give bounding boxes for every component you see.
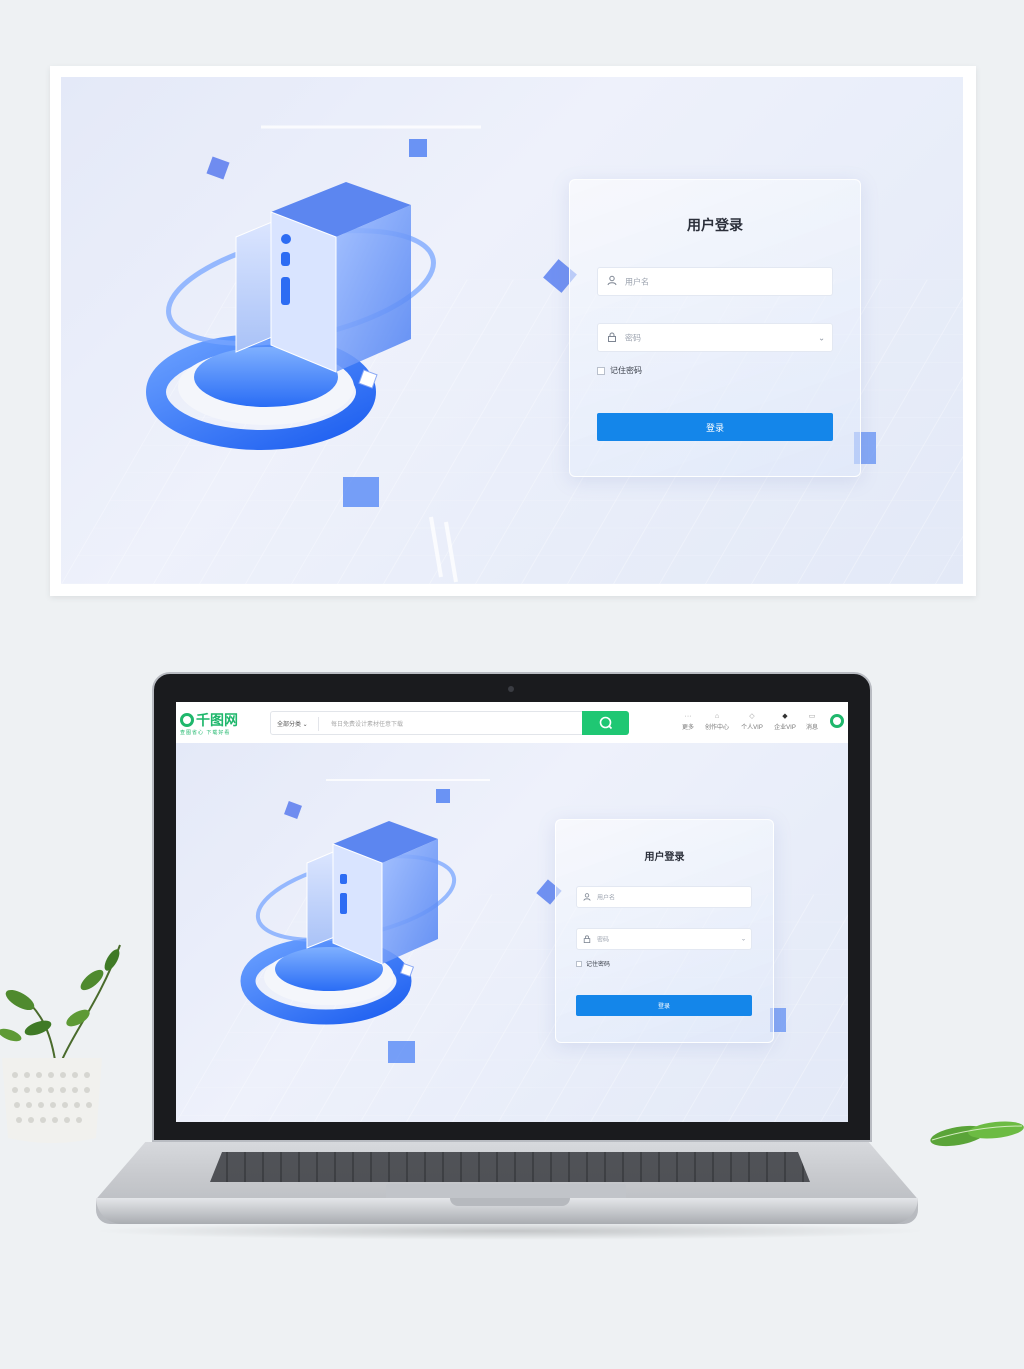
screen-password-placeholder: 密码 [597, 937, 610, 944]
screen-password-field[interactable]: 密码 ⌄ [576, 928, 752, 950]
screen-remember-password[interactable]: 记住密码 [576, 959, 610, 968]
diamond-icon: ◇ [749, 713, 755, 720]
user-icon [607, 275, 617, 288]
banner-scene: 用户登录 用户名 密码 ⌄ 记住密码 登录 [61, 77, 963, 584]
camera [508, 686, 514, 692]
remember-password[interactable]: 记住密码 [597, 365, 642, 376]
plant-decoration [0, 944, 121, 1143]
search-input[interactable]: 每日免费设计素材任意下载 [331, 719, 403, 728]
search-bar: 全部分类 ⌄ 每日免费设计素材任意下载 [270, 711, 629, 735]
laptop-notch [450, 1198, 570, 1206]
nav-enterprise-vip[interactable]: ◆ 企业VIP [770, 713, 800, 731]
login-title: 用户登录 [687, 217, 743, 233]
nav-personal-vip[interactable]: ◇ 个人VIP [737, 713, 767, 731]
diamond-filled-icon: ◆ [782, 713, 788, 720]
user-avatar[interactable] [830, 714, 844, 728]
search-icon [599, 716, 613, 730]
more-icon: ··· [684, 713, 692, 720]
screen-remember-checkbox[interactable] [576, 960, 582, 967]
username-placeholder: 用户名 [625, 277, 649, 286]
username-field[interactable]: 用户名 [597, 267, 833, 296]
leaf-decoration [930, 1121, 1024, 1147]
message-icon: ▭ [808, 713, 816, 720]
nav-more[interactable]: ··· 更多 [673, 713, 703, 731]
chevron-down-icon[interactable]: ⌄ [818, 333, 825, 342]
home-icon: ⌂ [714, 713, 720, 720]
lock-icon [607, 329, 617, 347]
password-placeholder: 密码 [625, 333, 641, 342]
login-button-label: 登录 [705, 422, 724, 433]
remember-checkbox[interactable] [597, 366, 605, 375]
laptop-screen: 千图网 查图省心 下载好看 全部分类 ⌄ 每日免费设计素材任意下载 ··· 更多… [176, 702, 848, 1122]
search-category-select[interactable]: 全部分类 ⌄ [277, 719, 308, 728]
nav-messages[interactable]: ▭ 消息 [797, 713, 827, 731]
screen-remember-label: 记住密码 [586, 962, 611, 968]
screen-username-placeholder: 用户名 [597, 895, 616, 902]
chevron-down-icon[interactable]: ⌄ [741, 936, 746, 943]
keyboard [210, 1152, 810, 1182]
screen-login-button[interactable]: 登录 [576, 995, 752, 1016]
logo-text: 千图网 [196, 712, 238, 728]
site-header: 千图网 查图省心 下载好看 全部分类 ⌄ 每日免费设计素材任意下载 ··· 更多… [176, 702, 848, 744]
nav-creator-center[interactable]: ⌂ 创作中心 [702, 713, 732, 731]
screen-scene: 用户登录 用户名 密码 ⌄ 记住密码 登录 [176, 743, 848, 1122]
logo-mark-icon [180, 713, 194, 727]
screen-login-title: 用户登录 [644, 852, 685, 863]
password-field[interactable]: 密码 ⌄ [597, 323, 833, 352]
lock-icon [583, 930, 591, 948]
banner-frame: 用户登录 用户名 密码 ⌄ 记住密码 登录 [50, 66, 976, 596]
site-logo[interactable]: 千图网 [180, 710, 238, 730]
login-button[interactable]: 登录 [597, 413, 833, 441]
login-card: 用户登录 用户名 密码 ⌄ 记住密码 登录 [569, 179, 861, 477]
laptop-shadow [90, 1222, 930, 1240]
user-icon [583, 888, 591, 906]
search-button[interactable] [582, 711, 629, 735]
screen-login-button-label: 登录 [657, 1004, 670, 1010]
remember-label: 记住密码 [610, 366, 642, 375]
screen-username-field[interactable]: 用户名 [576, 886, 752, 908]
logo-tagline: 查图省心 下载好看 [180, 730, 231, 736]
screen-login-card: 用户登录 用户名 密码 ⌄ 记住密码 登录 [555, 819, 774, 1043]
